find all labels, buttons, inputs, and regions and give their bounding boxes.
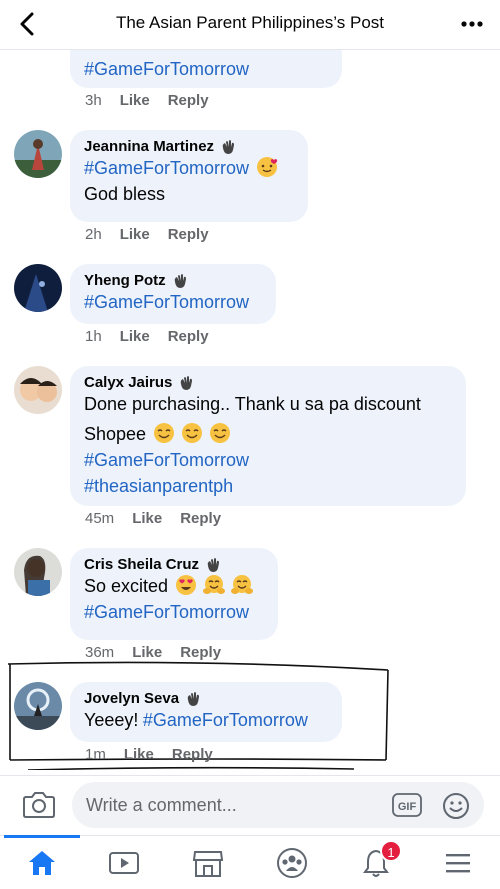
svg-text:GIF: GIF bbox=[398, 801, 417, 813]
tab-groups[interactable] bbox=[274, 846, 310, 880]
wave-icon bbox=[174, 273, 186, 288]
wave-icon bbox=[181, 375, 193, 390]
tab-home[interactable] bbox=[24, 846, 60, 880]
hugging-face-icon bbox=[202, 575, 225, 594]
reply-button[interactable]: Reply bbox=[180, 644, 221, 661]
like-button[interactable]: Like bbox=[120, 226, 150, 243]
heart-eyes-icon bbox=[175, 575, 196, 595]
more-options-icon[interactable] bbox=[458, 12, 486, 36]
comment-placeholder: Write a comment... bbox=[86, 795, 237, 815]
hashtag-link[interactable]: #GameForTomorrow bbox=[84, 447, 452, 473]
comment-author[interactable]: Yheng Potz bbox=[84, 272, 166, 289]
comment-text: Yeeey! bbox=[84, 710, 139, 730]
hashtag-link[interactable]: #GameForTomorrow bbox=[143, 710, 308, 730]
like-button[interactable]: Like bbox=[124, 746, 154, 763]
comment-bubble: Calyx Jairus Done purchasing.. Thank u s… bbox=[70, 366, 466, 506]
video-icon bbox=[109, 852, 139, 874]
comment-time: 36m bbox=[85, 644, 115, 661]
reply-button[interactable]: Reply bbox=[180, 510, 221, 527]
comment-text: So excited bbox=[84, 576, 169, 596]
reply-button[interactable]: Reply bbox=[168, 92, 209, 109]
hashtag-link[interactable]: #GameForTomorrow bbox=[84, 56, 328, 82]
comment-author[interactable]: Jovelyn Seva bbox=[84, 690, 179, 707]
reply-button[interactable]: Reply bbox=[168, 328, 209, 345]
comment-author[interactable]: Calyx Jairus bbox=[84, 374, 172, 391]
comment-text: God bless bbox=[84, 184, 166, 204]
comment-meta: 1h Like Reply bbox=[85, 328, 209, 345]
comment-bubble: Jovelyn Seva Yeeey! #GameForTomorrow bbox=[70, 682, 342, 742]
tab-menu[interactable] bbox=[440, 846, 476, 880]
comment-time: 1m bbox=[85, 746, 106, 763]
comment-meta: 3h Like Reply bbox=[85, 92, 209, 109]
hashtag-link[interactable]: #theasianparentph bbox=[84, 473, 452, 499]
comment-author[interactable]: Cris Sheila Cruz bbox=[84, 556, 199, 573]
hashtag-link[interactable]: #GameForTomorrow bbox=[84, 599, 264, 625]
smiling-face-icon bbox=[181, 423, 202, 443]
comment-time: 45m bbox=[85, 510, 115, 527]
tab-notifications[interactable]: 1 bbox=[358, 840, 402, 880]
comment-bubble: Cris Sheila Cruz So excited #GameForTomo… bbox=[70, 548, 278, 640]
comment-bubble: Yheng Potz #GameForTomorrow bbox=[70, 264, 276, 324]
comment-bubble: #GameForTomorrow bbox=[70, 50, 342, 88]
tab-marketplace[interactable] bbox=[190, 846, 226, 880]
avatar[interactable] bbox=[14, 264, 62, 312]
smiling-face-with-hearts-icon bbox=[256, 157, 277, 177]
comment-bubble: Jeannina Martinez #GameForTomorrow God b… bbox=[70, 130, 308, 222]
comment-time: 2h bbox=[85, 226, 102, 243]
comment-meta: 2h Like Reply bbox=[85, 226, 209, 243]
notification-badge: 1 bbox=[380, 840, 402, 862]
like-button[interactable]: Like bbox=[132, 510, 162, 527]
smiling-face-icon bbox=[153, 423, 174, 443]
avatar[interactable] bbox=[14, 130, 62, 178]
comment-meta: 1m Like Reply bbox=[85, 746, 213, 763]
comments-list: #GameForTomorrow 3h Like Reply Jeannina … bbox=[0, 50, 500, 770]
comment-meta: 36m Like Reply bbox=[85, 644, 221, 661]
like-button[interactable]: Like bbox=[132, 644, 162, 661]
like-button[interactable]: Like bbox=[120, 92, 150, 109]
active-tab-indicator bbox=[4, 835, 80, 838]
smiling-face-icon bbox=[210, 423, 231, 443]
home-icon bbox=[29, 851, 55, 875]
comment-composer: Write a comment... GIF bbox=[0, 775, 500, 835]
comment-author[interactable]: Jeannina Martinez bbox=[84, 138, 214, 155]
hashtag-link[interactable]: #GameForTomorrow bbox=[84, 158, 249, 178]
hashtag-link[interactable]: #GameForTomorrow bbox=[84, 289, 262, 315]
avatar[interactable] bbox=[14, 682, 62, 730]
emoji-icon[interactable] bbox=[442, 792, 470, 820]
reply-button[interactable]: Reply bbox=[172, 746, 213, 763]
marketplace-icon bbox=[192, 851, 224, 877]
wave-icon bbox=[222, 139, 235, 154]
wave-icon bbox=[207, 557, 220, 572]
avatar[interactable] bbox=[14, 366, 62, 414]
reply-button[interactable]: Reply bbox=[168, 226, 209, 243]
menu-icon bbox=[446, 854, 470, 873]
comment-time: 1h bbox=[85, 328, 102, 345]
groups-icon bbox=[277, 848, 307, 878]
wave-icon bbox=[187, 691, 200, 706]
like-button[interactable]: Like bbox=[120, 328, 150, 345]
gif-icon[interactable]: GIF bbox=[392, 793, 422, 817]
comment-text: Done purchasing.. Thank u sa pa discount bbox=[84, 394, 421, 414]
back-arrow-icon[interactable] bbox=[14, 10, 42, 38]
top-bar: The Asian Parent Philippines’s Post bbox=[0, 0, 500, 50]
avatar[interactable] bbox=[14, 548, 62, 596]
bottom-tab-bar: 1 bbox=[0, 835, 500, 889]
comment-meta: 45m Like Reply bbox=[85, 510, 221, 527]
hugging-face-icon bbox=[231, 575, 254, 594]
tab-watch[interactable] bbox=[106, 846, 142, 880]
comment-time: 3h bbox=[85, 92, 102, 109]
comment-text: Shopee bbox=[84, 424, 147, 444]
page-title: The Asian Parent Philippines’s Post bbox=[115, 13, 385, 32]
camera-icon[interactable] bbox=[22, 789, 56, 819]
comment-input[interactable]: Write a comment... GIF bbox=[72, 782, 484, 828]
